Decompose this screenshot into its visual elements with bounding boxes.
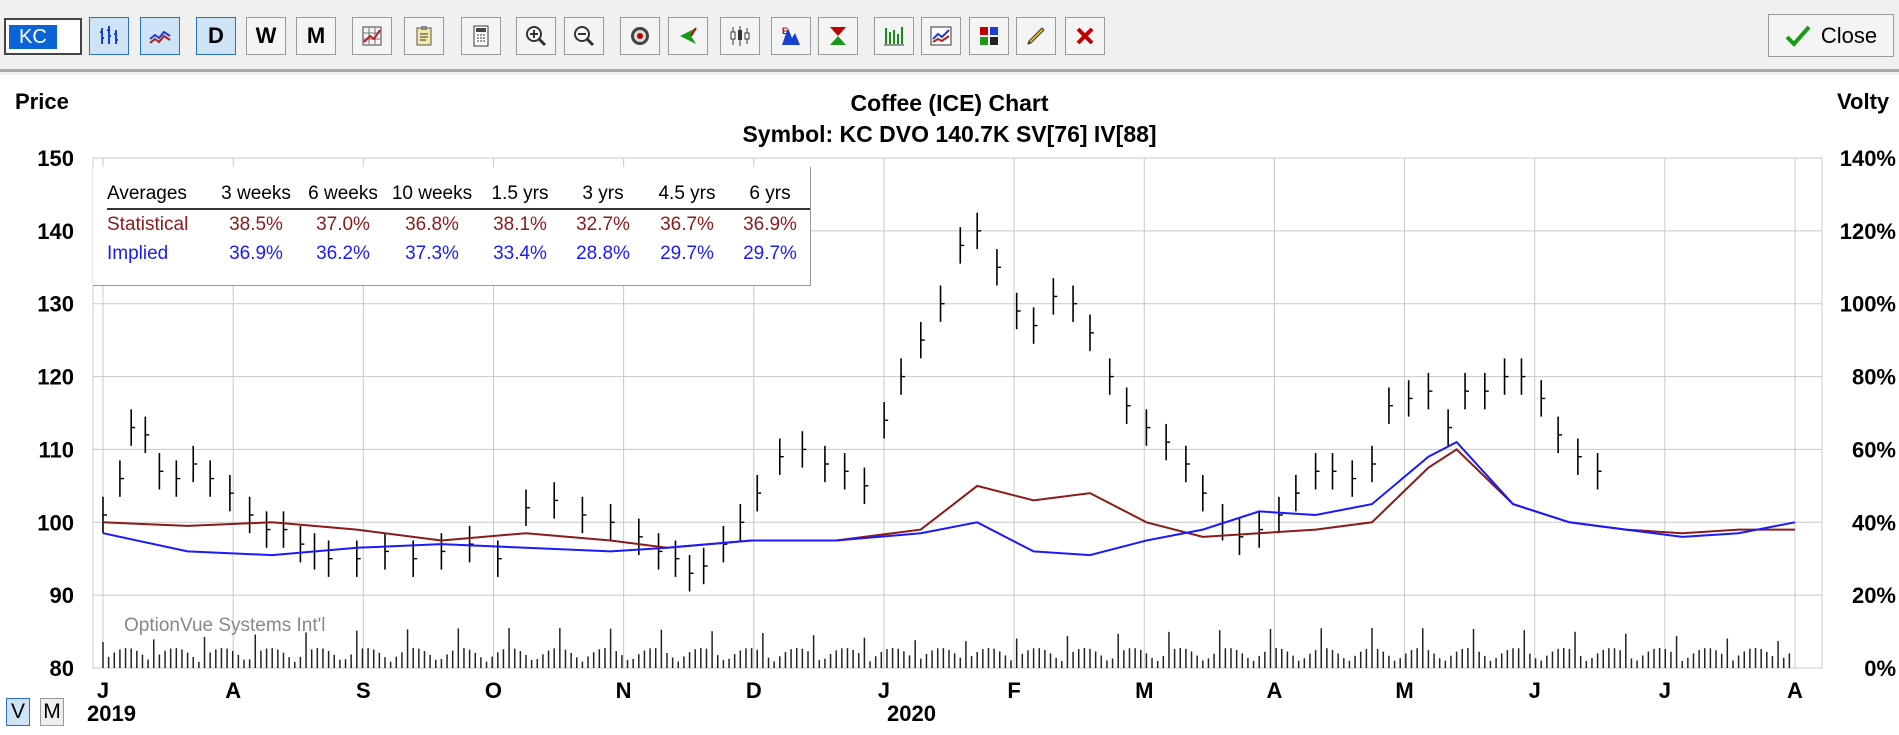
period-monthly-button[interactable]: M	[296, 17, 336, 55]
period-weekly-button[interactable]: W	[246, 17, 286, 55]
averages-header-cell: 1.5 yrs	[478, 179, 562, 210]
calculator-icon	[473, 25, 489, 47]
zoom-in-icon	[526, 26, 547, 47]
calculator-button[interactable]	[461, 17, 501, 55]
hourglass-icon	[830, 27, 846, 45]
draw-line-button[interactable]	[1016, 17, 1056, 55]
bar-chart-icon	[100, 26, 118, 44]
value-cell: 38.5%	[229, 213, 283, 235]
distribution-button[interactable]: E	[771, 17, 811, 55]
year-label-2019: 2019	[87, 701, 136, 726]
bar-chart-button[interactable]	[89, 17, 129, 55]
symbol-input-value[interactable]: KC	[9, 25, 57, 49]
checkmark-icon	[1785, 25, 1811, 47]
averages-row-statistical: Statistical 38.5% 37.0% 36.8% 38.1% 32.7…	[107, 209, 810, 239]
volume-view-toggle[interactable]: V	[6, 698, 30, 726]
chart-title: Coffee (ICE) Chart	[850, 90, 1049, 116]
close-button[interactable]: Close	[1768, 14, 1894, 57]
studies-button[interactable]	[921, 17, 961, 55]
value-cell: 38.1%	[493, 213, 547, 235]
previous-button[interactable]	[668, 17, 708, 55]
zoom-out-button[interactable]	[564, 17, 604, 55]
indicators-icon	[884, 27, 904, 46]
value-cell: 29.7%	[660, 242, 714, 264]
chart-subtitle: Symbol: KC DVO 140.7K SV[76] IV[88]	[742, 121, 1157, 147]
svg-text:E: E	[782, 26, 788, 36]
averages-header-cell: 4.5 yrs	[644, 179, 730, 210]
delete-button[interactable]	[1065, 17, 1105, 55]
hourglass-button[interactable]	[818, 17, 858, 55]
palette-icon	[980, 27, 998, 45]
value-cell: 36.7%	[660, 213, 714, 235]
averages-header-cell: 3 yrs	[562, 179, 644, 210]
value-cell: 36.2%	[316, 242, 370, 264]
studies-icon	[930, 26, 952, 46]
value-cell: 36.8%	[405, 213, 459, 235]
averages-header-cell: 6 weeks	[300, 179, 386, 210]
pencil-icon	[1027, 27, 1045, 45]
watermark-text: OptionVue Systems Int'l	[124, 615, 326, 636]
averages-header-cell: 3 weeks	[212, 179, 300, 210]
target-button[interactable]	[620, 17, 660, 55]
value-cell: 32.7%	[576, 213, 630, 235]
color-settings-button[interactable]	[969, 17, 1009, 55]
toolbar: KC D W M E Close	[0, 0, 1899, 72]
symbol-input[interactable]: KC	[4, 18, 82, 55]
candlestick-button[interactable]	[720, 17, 760, 55]
line-chart-icon	[149, 30, 171, 44]
period-daily-button[interactable]: D	[196, 17, 236, 55]
value-cell: 37.3%	[405, 242, 459, 264]
zoom-out-icon	[574, 26, 595, 47]
target-icon	[631, 27, 649, 45]
row-label: Implied	[107, 242, 169, 264]
averages-header-row: Averages 3 weeks 6 weeks 10 weeks 1.5 yr…	[107, 179, 810, 210]
value-cell: 36.9%	[229, 242, 283, 264]
averages-header-cell: 6 yrs	[730, 179, 810, 210]
zoom-in-button[interactable]	[516, 17, 556, 55]
grid-settings-button[interactable]	[352, 17, 392, 55]
line-chart-button[interactable]	[140, 17, 180, 55]
value-cell: 37.0%	[316, 213, 370, 235]
close-button-label: Close	[1820, 22, 1878, 48]
clipboard-icon	[416, 26, 432, 46]
value-cell: 36.9%	[743, 213, 797, 235]
value-cell: 29.7%	[743, 242, 797, 264]
averages-header-cell: Averages	[107, 179, 212, 210]
value-cell: 28.8%	[576, 242, 630, 264]
copy-data-button[interactable]	[404, 17, 444, 55]
row-label: Statistical	[107, 213, 189, 235]
close-x-icon	[1076, 27, 1094, 45]
arrow-left-icon	[680, 27, 697, 44]
market-view-toggle[interactable]: M	[40, 698, 64, 726]
grid-icon	[362, 26, 382, 46]
averages-header-cell: 10 weeks	[386, 179, 478, 210]
averages-table: Averages 3 weeks 6 weeks 10 weeks 1.5 yr…	[93, 167, 811, 286]
year-label-2020: 2020	[887, 701, 936, 726]
value-cell: 33.4%	[493, 242, 547, 264]
indicators-button[interactable]	[874, 17, 914, 55]
distribution-icon: E	[782, 26, 800, 45]
averages-row-implied: Implied 36.9% 36.2% 37.3% 33.4% 28.8% 29…	[107, 239, 810, 268]
candlestick-icon	[730, 26, 750, 46]
